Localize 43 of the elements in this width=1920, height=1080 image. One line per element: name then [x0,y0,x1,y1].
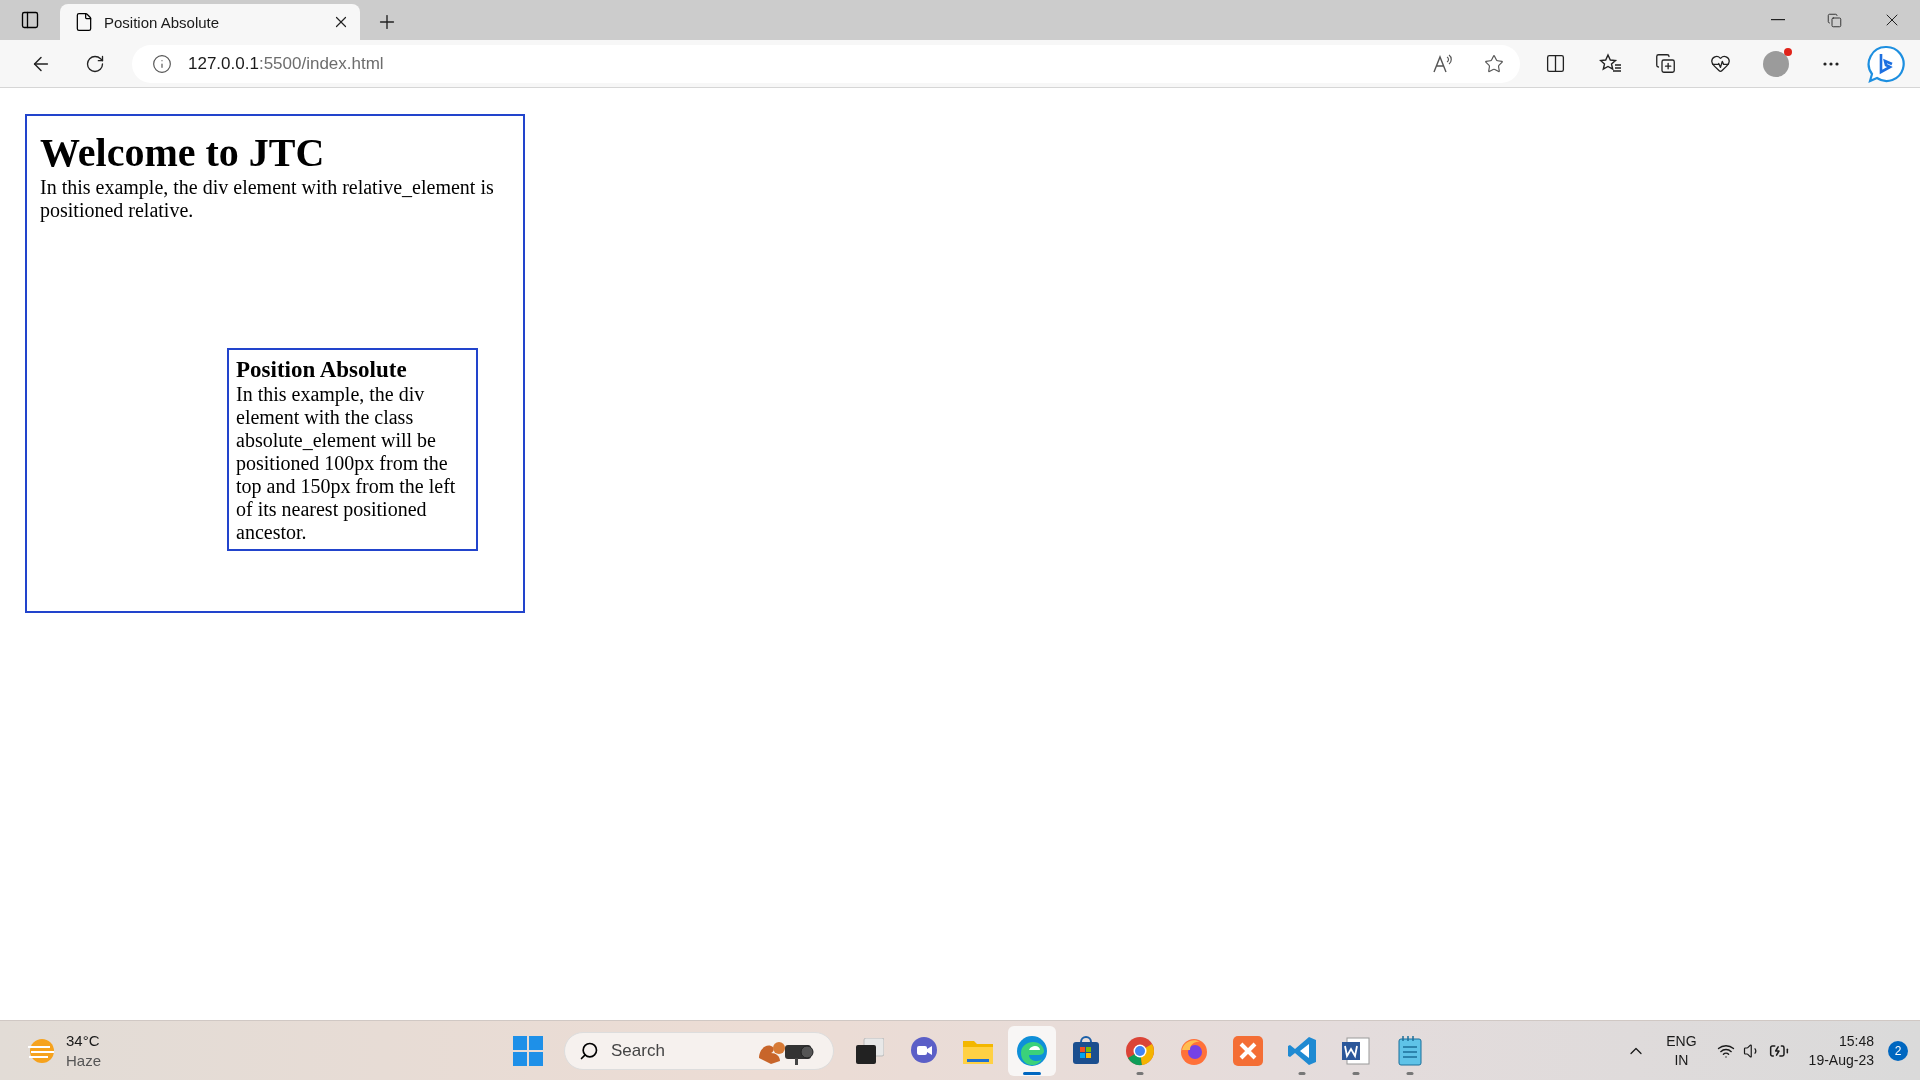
favorite-button[interactable] [1484,53,1504,74]
star-icon [1484,53,1504,74]
read-aloud-button[interactable] [1432,53,1454,74]
video-chat-icon [909,1035,939,1066]
box-heading: Position Absolute [236,357,408,383]
page-heading: Welcome to JTC [40,130,326,176]
document-w-icon [1341,1035,1371,1066]
box-paragraph: In this example, the div element with the class absolute_element will be positioned 100px from the top and 150px from the left of its nearest positioned ancestor. [236,383,457,544]
crossed-square-icon [1233,1035,1263,1066]
restore-icon [1827,12,1842,28]
clock-button[interactable]: 15:48 19-Aug-23 [1802,1031,1880,1070]
panel-icon [20,10,40,30]
split-panel-icon [1545,53,1566,74]
search-placeholder: Search [611,1040,666,1061]
tab-title: Position Absolute [104,13,221,31]
weather-condition-text: Haze [66,1050,102,1071]
stacked-plus-icon [1655,53,1676,74]
heart-pulse-icon [1710,53,1731,74]
browser-tab[interactable]: Position Absolute [60,4,360,40]
temperature-text: 34°C [66,1030,101,1051]
read-aloud-icon [1432,53,1454,74]
sun-haze-icon [26,1037,56,1064]
info-icon [152,53,172,74]
star-list-icon [1598,52,1623,75]
overlapping-squares-icon [856,1037,884,1064]
refresh-icon [85,53,105,74]
minimize-icon [1770,19,1785,21]
intro-paragraph: In this example, the div element with relative_element is positioned relative. [40,176,495,222]
search-icon [579,1040,599,1061]
swirl-logo-icon [1016,1034,1048,1067]
notepad-icon [1397,1035,1423,1066]
more-icon [1822,61,1839,66]
code-editor-icon [1287,1035,1317,1066]
url-text: 127.0.0.1:5500/index.html [188,53,385,74]
notification-badge[interactable]: 2 [1888,1040,1908,1061]
tricolor-circle-icon [1125,1035,1155,1066]
language-button[interactable]: ENG IN [1660,1031,1703,1070]
chat-b-logo-icon [1866,44,1905,83]
windows-logo-icon [513,1035,543,1066]
address-bar[interactable]: 127.0.0.1:5500/index.html [132,44,1520,83]
taskbar-search-field[interactable]: Search [564,1031,834,1070]
shopping-bag-icon [1071,1035,1101,1066]
page-icon [74,12,94,32]
